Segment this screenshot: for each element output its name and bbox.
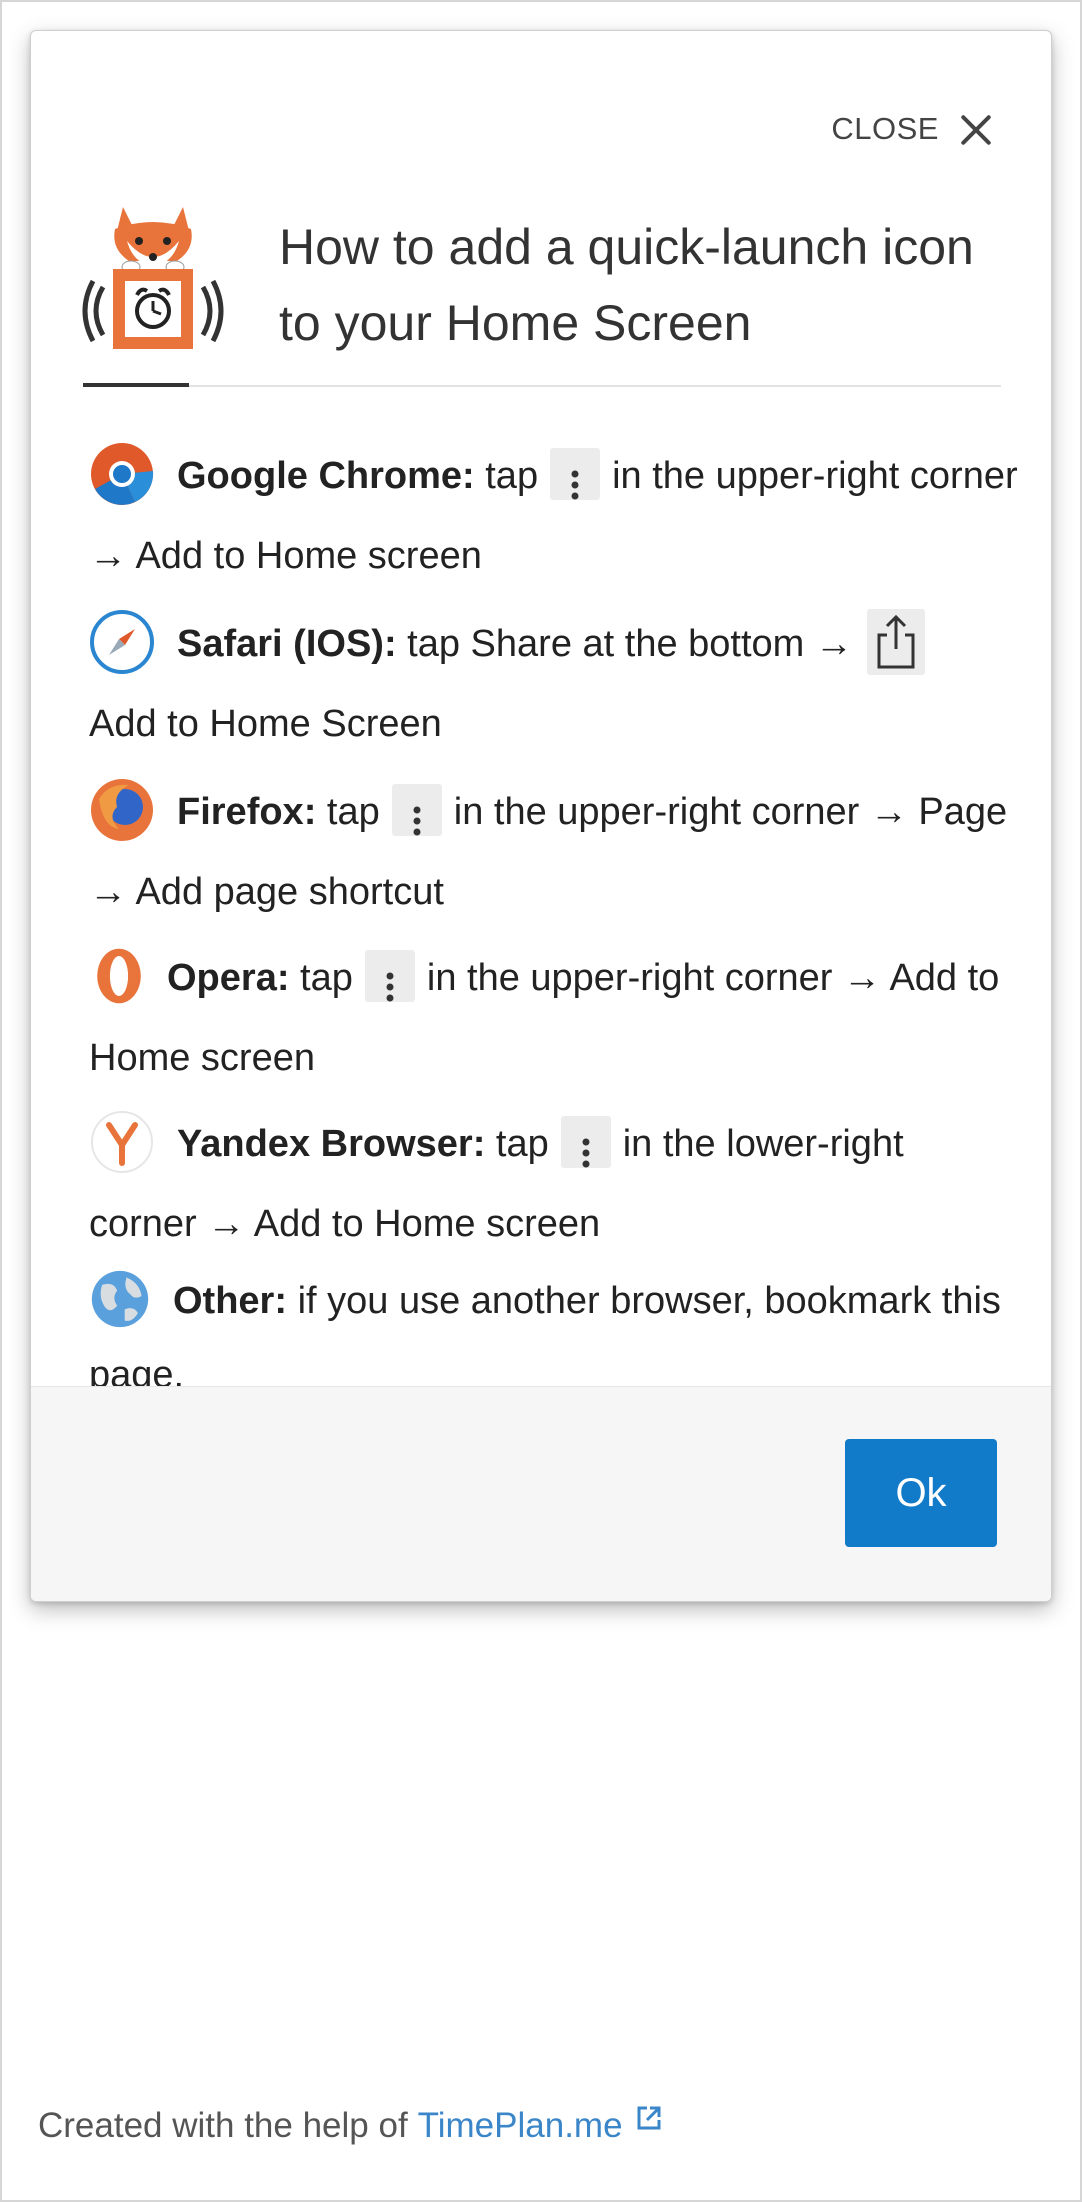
header-divider-accent [83, 383, 189, 387]
instruction-firefox: Firefox: tap in the upper-right corner → … [89, 772, 1019, 932]
fox-alarm-logo-icon [82, 207, 224, 349]
instruction-text: tap [300, 957, 353, 999]
timeplan-link[interactable]: TimePlan.me [418, 2106, 623, 2146]
kebab-menu-icon [364, 949, 415, 1002]
browser-instructions-list: Google Chrome: tap in the upper-right cor… [89, 436, 1019, 1412]
kebab-menu-icon [391, 783, 442, 836]
instruction-text: tap Share at the bottom → [407, 623, 853, 665]
instruction-text: Add to Home Screen [89, 703, 442, 745]
kebab-menu-icon [550, 447, 601, 500]
browser-name: Other: [173, 1280, 287, 1322]
chrome-icon [91, 442, 154, 505]
yandex-icon [91, 1110, 153, 1173]
dialog-header: How to add a quick-launch icon to your H… [81, 201, 1001, 391]
add-to-homescreen-dialog: CLOSE How to add a quick-launch icon to … [30, 30, 1052, 1602]
instruction-safari: Safari (IOS): tap Share at the bottom → A… [89, 604, 1019, 764]
credit-text: Created with the help of [38, 2106, 408, 2145]
safari-icon [90, 609, 154, 674]
instruction-text: tap [495, 1123, 549, 1165]
instruction-chrome: Google Chrome: tap in the upper-right cor… [89, 436, 1019, 596]
ok-button[interactable]: Ok [845, 1439, 997, 1547]
kebab-menu-icon [560, 1115, 611, 1168]
instruction-yandex: Yandex Browser: tap in the lower-right co… [89, 1104, 1019, 1264]
instruction-text: tap [485, 455, 539, 497]
browser-name: Opera: [167, 957, 290, 999]
close-label: CLOSE [831, 111, 939, 146]
browser-name: Yandex Browser: [177, 1123, 486, 1165]
dialog-title: How to add a quick-launch icon to your H… [279, 219, 974, 351]
browser-name: Google Chrome: [177, 455, 475, 497]
credit-footer: Created with the help of TimePlan.me [38, 2106, 663, 2146]
header-divider [83, 385, 1001, 387]
firefox-icon [91, 778, 153, 841]
share-icon [866, 608, 925, 675]
opera-icon [97, 948, 141, 1004]
globe-icon [91, 1270, 149, 1328]
browser-name: Safari (IOS): [177, 623, 397, 665]
instruction-opera: Opera: tap in the upper-right corner → Ad… [89, 938, 1019, 1098]
close-button[interactable]: CLOSE [831, 111, 993, 147]
close-icon [959, 112, 993, 146]
external-link-icon [637, 2106, 661, 2130]
instruction-text: tap [326, 791, 380, 833]
browser-name: Firefox: [177, 791, 317, 833]
dialog-footer: Ok [31, 1386, 1051, 1601]
